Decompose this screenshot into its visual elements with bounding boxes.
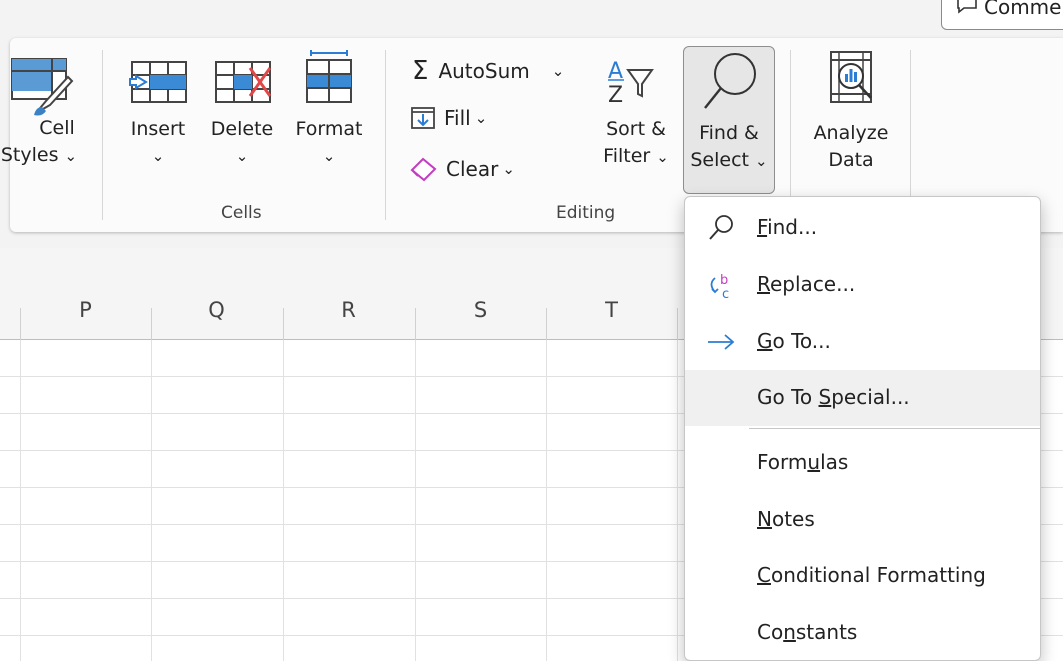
menu-item-label: Go To...: [757, 329, 831, 353]
autosum-label: AutoSum: [438, 59, 530, 83]
delete-cells-icon: [215, 61, 272, 103]
svg-text:b: b: [720, 273, 728, 288]
menu-separator: [749, 428, 1040, 429]
column-header-p[interactable]: P: [20, 298, 151, 322]
eraser-icon: [410, 157, 437, 182]
sigma-icon: Σ: [412, 56, 429, 86]
chevron-down-icon: ⌄: [656, 148, 669, 166]
group-separator: [102, 50, 103, 220]
insert-button[interactable]: Insert ⌄: [122, 58, 194, 170]
analyze-data-button[interactable]: Analyze Data: [806, 50, 896, 174]
menu-item-find[interactable]: Find...: [685, 200, 1040, 256]
fill-down-icon: [411, 107, 435, 129]
chevron-down-icon: ⌄: [151, 147, 165, 165]
autosum-button[interactable]: Σ AutoSum ⌄: [412, 58, 564, 84]
sort-filter-button[interactable]: A Z Sort & Filter ⌄: [596, 54, 676, 171]
chevron-down-icon: ⌄: [64, 147, 78, 165]
arrow-right-icon: [708, 334, 735, 350]
format-label: Format: [295, 118, 363, 140]
svg-text:Z: Z: [608, 83, 623, 108]
grid-column-line: [546, 340, 547, 661]
grid-column-line: [151, 340, 152, 661]
menu-item-go-to[interactable]: Go To...: [685, 314, 1040, 370]
svg-text:c: c: [722, 287, 729, 300]
menu-item-formulas[interactable]: Formulas: [685, 435, 1040, 491]
format-cells-icon: [306, 50, 352, 103]
grid-column-line: [415, 340, 416, 661]
delete-button[interactable]: Delete ⌄: [204, 58, 280, 170]
chevron-down-icon: ⌄: [474, 109, 488, 127]
cell-styles-icon: [11, 58, 74, 116]
insert-cells-icon: [129, 61, 187, 103]
column-divider: [677, 308, 678, 340]
chevron-down-icon: ⌄: [755, 152, 768, 170]
insert-label: Insert: [130, 118, 186, 140]
fill-button[interactable]: Fill ⌄: [410, 106, 487, 130]
find-select-label-line1: Find &: [699, 122, 759, 144]
sort-filter-label-line1: Sort &: [606, 118, 666, 140]
title-strip: [0, 0, 1063, 38]
group-separator: [910, 50, 911, 220]
replace-icon: b c: [710, 273, 729, 300]
format-button[interactable]: Format ⌄: [288, 50, 370, 170]
sort-filter-icon: A Z: [608, 59, 654, 108]
chevron-down-icon: ⌄: [322, 147, 336, 165]
group-separator: [790, 50, 791, 220]
menu-item-label: Constants: [757, 620, 858, 644]
menu-item-label: Conditional Formatting: [757, 563, 986, 587]
menu-item-label: Find...: [757, 215, 818, 239]
menu-item-go-to-special[interactable]: Go To Special...: [685, 370, 1040, 426]
menu-item-label: Notes: [757, 507, 815, 531]
fill-label: Fill: [444, 106, 471, 130]
delete-label: Delete: [210, 118, 274, 140]
menu-item-label: Go To Special...: [757, 385, 910, 409]
column-header-t[interactable]: T: [546, 298, 677, 322]
grid-column-line: [20, 340, 21, 661]
cells-group-label: Cells: [221, 203, 262, 223]
comment-icon: [957, 0, 977, 14]
menu-item-constants[interactable]: Constants: [685, 605, 1040, 660]
comments-button[interactable]: Comme: [941, 0, 1063, 30]
group-separator: [385, 50, 386, 220]
clear-button[interactable]: Clear ⌄: [408, 156, 515, 182]
analyze-data-label-line2: Data: [828, 149, 874, 171]
analyze-data-label-line1: Analyze: [813, 122, 889, 144]
grid-column-line: [677, 340, 678, 661]
chevron-down-icon[interactable]: ⌄: [552, 62, 565, 80]
find-select-menu: Find... b c Replace... Go To... Go To Sp…: [684, 196, 1041, 661]
sort-filter-label-line2: Filter ⌄: [603, 145, 669, 167]
find-select-content[interactable]: Find & Select ⌄: [683, 50, 775, 175]
analyze-data-icon: [830, 51, 872, 103]
search-icon: [709, 215, 733, 240]
magnifier-icon: [704, 53, 756, 109]
menu-item-conditional-formatting[interactable]: Conditional Formatting: [685, 548, 1040, 604]
grid-column-line: [283, 340, 284, 661]
editing-group-label: Editing: [556, 203, 616, 223]
chevron-down-icon: ⌄: [235, 147, 249, 165]
menu-item-notes[interactable]: Notes: [685, 492, 1040, 548]
column-header-s[interactable]: S: [415, 298, 546, 322]
clear-label: Clear: [446, 157, 499, 181]
column-header-r[interactable]: R: [283, 298, 414, 322]
comments-label: Comme: [984, 0, 1062, 19]
menu-item-label: Formulas: [757, 450, 849, 474]
find-select-label-line2: Select ⌄: [690, 149, 768, 171]
menu-item-label: Replace...: [757, 272, 856, 296]
column-header-q[interactable]: Q: [151, 298, 282, 322]
chevron-down-icon: ⌄: [502, 160, 515, 178]
menu-item-replace[interactable]: b c Replace...: [685, 257, 1040, 313]
cell-styles-label: Cell: [39, 117, 75, 139]
cell-styles-label-line2: Styles ⌄: [0, 144, 78, 166]
cell-styles-button[interactable]: Cell Styles ⌄: [0, 55, 92, 170]
